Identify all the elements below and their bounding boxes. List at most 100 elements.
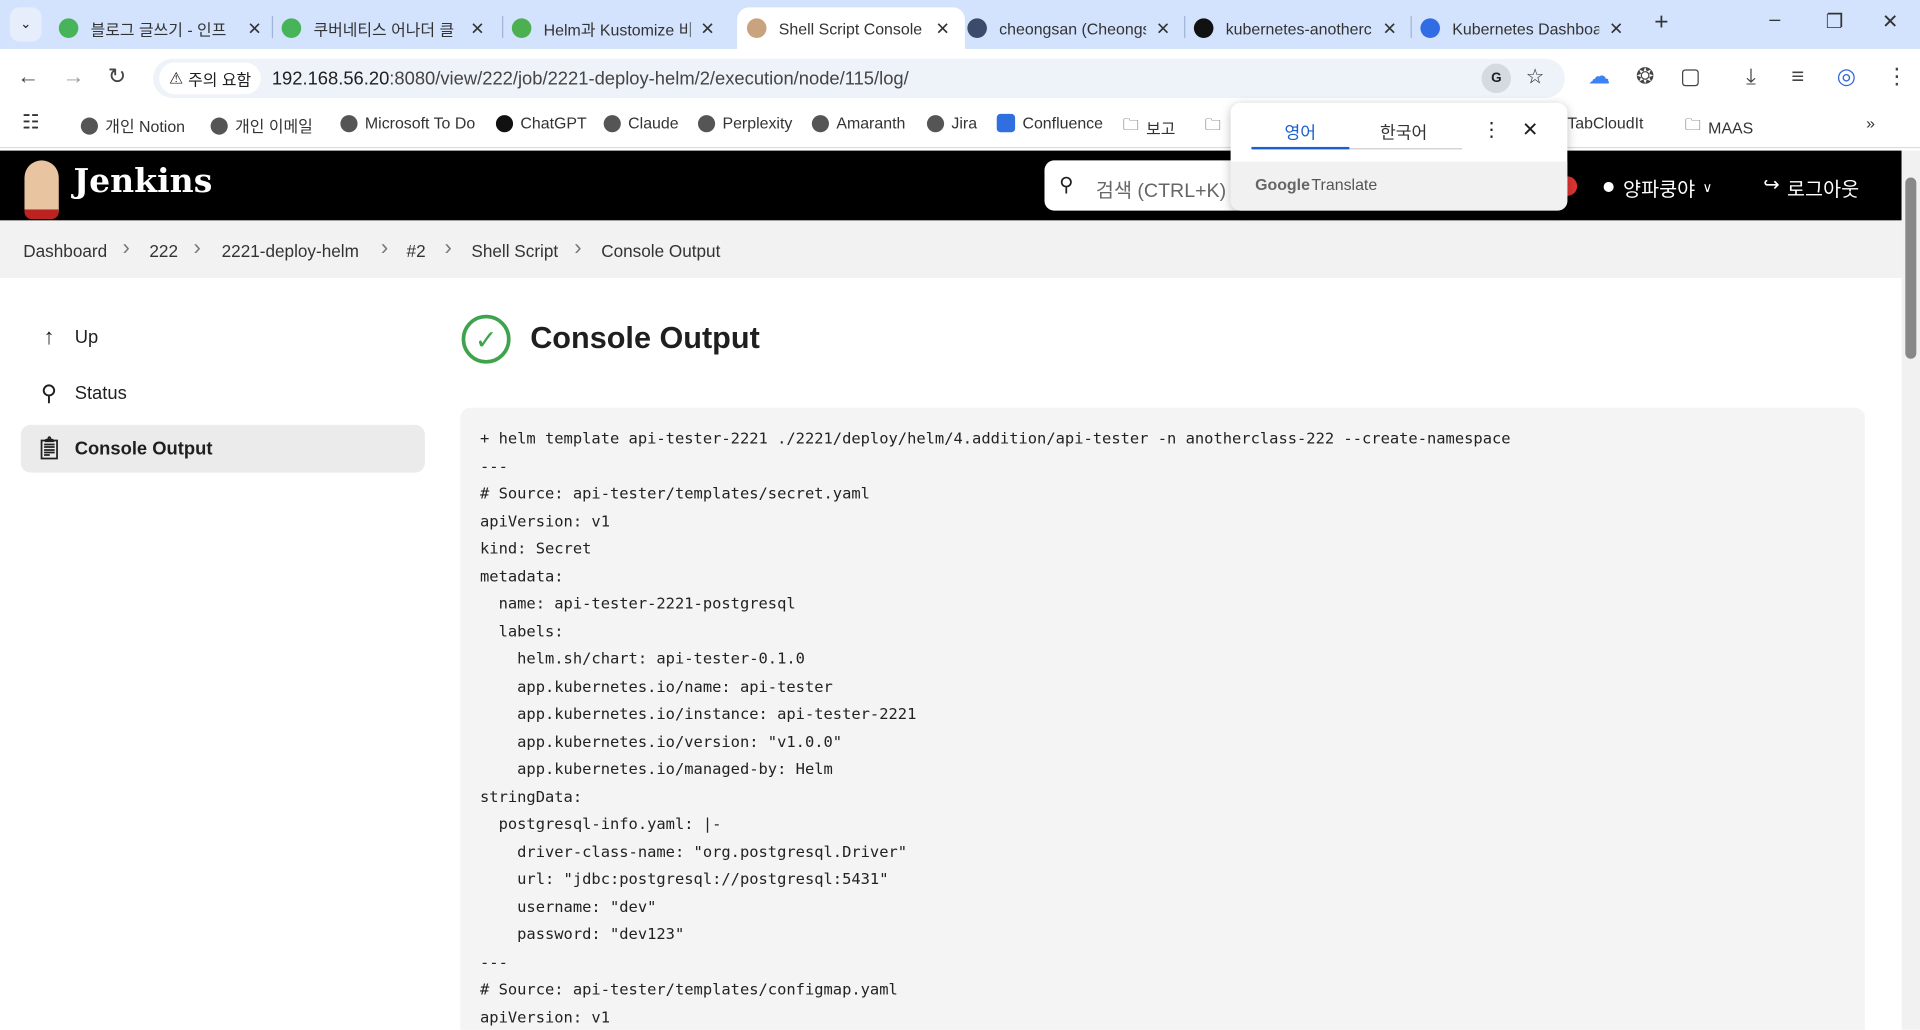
- bookmark-item[interactable]: 개인 이메일: [210, 114, 313, 137]
- logout-button[interactable]: ↪ 로그아웃: [1763, 173, 1859, 202]
- chevron-down-icon: ∨: [1702, 180, 1713, 196]
- tab-6[interactable]: Kubernetes Dashboa ✕: [1420, 7, 1628, 49]
- media-icon[interactable]: ≡: [1791, 64, 1804, 90]
- bookmark-maas[interactable]: 🗀 MAAS: [1685, 114, 1753, 141]
- translate-tab-divider: [1349, 148, 1463, 150]
- close-window-button[interactable]: ✕: [1882, 10, 1898, 34]
- tab-separator: [502, 15, 504, 38]
- search-icon: ⚲: [1059, 175, 1074, 196]
- chevron-right-icon: ›: [122, 235, 130, 260]
- console-line: url: "jdbc:postgresql://postgresql:5431": [480, 869, 889, 888]
- github-icon: [1193, 18, 1214, 38]
- back-button[interactable]: ←: [17, 64, 39, 90]
- bookmark-item[interactable]: Microsoft To Do: [340, 114, 475, 132]
- security-chip[interactable]: ⚠ 주의 요함: [159, 62, 261, 95]
- address-bar[interactable]: ⚠ 주의 요함 192.168.56.20:8080/view/222/job/2…: [153, 58, 1565, 98]
- breadcrumb-item[interactable]: 2221-deploy-helm: [222, 241, 359, 261]
- sidebar-item-up[interactable]: ↑ Up: [21, 313, 425, 361]
- restore-button[interactable]: ❐: [1826, 10, 1844, 34]
- apps-icon[interactable]: ☷: [22, 110, 40, 134]
- jenkins-logo-icon[interactable]: [24, 160, 59, 220]
- translate-tab-target[interactable]: 한국어: [1380, 120, 1427, 144]
- close-tab-icon[interactable]: ✕: [700, 18, 714, 39]
- close-icon[interactable]: ✕: [1522, 118, 1538, 142]
- extension-icon[interactable]: ❂: [1636, 64, 1654, 90]
- jenkins-logo-text[interactable]: Jenkins: [73, 163, 212, 201]
- close-tab-icon[interactable]: ✕: [1382, 18, 1396, 39]
- folder-icon: 🗀: [1684, 115, 1701, 134]
- console-line: password: "dev123": [480, 924, 685, 943]
- chevron-right-icon: ›: [444, 235, 452, 260]
- more-options-icon[interactable]: ⋮: [1482, 118, 1502, 142]
- bookmark-item[interactable]: Confluence: [996, 113, 1103, 133]
- tab-0[interactable]: 블로그 글쓰기 - 인프 ✕: [58, 7, 267, 49]
- menu-icon[interactable]: ⋮: [1886, 64, 1908, 90]
- scrollbar[interactable]: [1901, 150, 1920, 1030]
- jenkins-icon: [746, 18, 767, 38]
- tab-4[interactable]: cheongsan (Cheongs ✕: [967, 7, 1175, 49]
- bookmark-item[interactable]: 개인 Notion: [80, 114, 185, 137]
- chatgpt-icon: [495, 114, 514, 132]
- close-tab-icon[interactable]: ✕: [1609, 18, 1623, 39]
- user-menu[interactable]: ● 양파쿵야 ∨: [1602, 173, 1713, 202]
- forward-button[interactable]: →: [62, 64, 84, 90]
- bookmark-tabcloudit[interactable]: TabCloudIt: [1567, 114, 1643, 132]
- bookmark-folder-icon[interactable]: 🗀: [1205, 114, 1221, 141]
- sidebar-item-console-output[interactable]: 📋︎ Console Output: [20, 424, 425, 473]
- search-icon: ⚲: [40, 380, 58, 406]
- bookmark-item[interactable]: Perplexity: [697, 114, 792, 132]
- console-line: labels:: [480, 621, 564, 640]
- translate-tab-underline: [1251, 146, 1350, 150]
- search-placeholder: 검색 (CTRL+K): [1095, 181, 1227, 203]
- puzzle-extensions-icon[interactable]: ▢: [1680, 64, 1701, 90]
- console-line: ---: [480, 952, 508, 971]
- console-line: apiVersion: v1: [480, 1007, 610, 1026]
- globe-icon: [926, 114, 945, 132]
- sidebar-item-status[interactable]: ⚲ Status: [21, 370, 425, 418]
- scrollbar-thumb[interactable]: [1905, 177, 1917, 359]
- console-line: + helm template api-tester-2221 ./2221/d…: [480, 428, 1511, 447]
- more-bookmarks-icon[interactable]: »: [1866, 114, 1875, 132]
- docker-icon: [967, 18, 987, 38]
- profile-icon[interactable]: ◎: [1837, 64, 1856, 90]
- url-text[interactable]: 192.168.56.20:8080/view/222/job/2221-dep…: [272, 69, 909, 90]
- chevron-right-icon: ›: [193, 235, 201, 260]
- bookmark-item[interactable]: ChatGPT: [495, 114, 587, 132]
- minimize-button[interactable]: –: [1769, 10, 1780, 32]
- folder-icon: 🗀: [1122, 115, 1139, 134]
- breadcrumb-item[interactable]: Shell Script: [471, 241, 558, 261]
- logout-icon: ↪: [1763, 175, 1780, 196]
- tab-search-button[interactable]: ⌄: [9, 7, 42, 42]
- bookmark-item[interactable]: Amaranth: [811, 114, 905, 132]
- chevron-right-icon: ›: [574, 235, 582, 260]
- globe-icon: [80, 116, 98, 135]
- breadcrumb-item[interactable]: #2: [407, 241, 426, 261]
- tab-2[interactable]: Helm과 Kustomize 비 ✕: [511, 7, 720, 49]
- translate-tab-source[interactable]: 영어: [1284, 120, 1316, 144]
- console-line: app.kubernetes.io/managed-by: Helm: [480, 759, 833, 778]
- download-icon[interactable]: ⤓: [1746, 64, 1756, 90]
- tab-separator: [1184, 15, 1186, 38]
- reload-button[interactable]: ↻: [108, 64, 126, 90]
- bookmark-item[interactable]: Claude: [603, 114, 679, 132]
- tab-3[interactable]: Shell Script Console ✕: [737, 7, 965, 49]
- success-check-icon: ✓: [461, 314, 511, 364]
- close-tab-icon[interactable]: ✕: [247, 18, 261, 39]
- breadcrumb-item[interactable]: Console Output: [601, 241, 720, 261]
- translate-icon[interactable]: G: [1481, 63, 1512, 94]
- tab-5[interactable]: kubernetes-anotherc ✕: [1193, 7, 1402, 49]
- bookmark-item[interactable]: Jira: [926, 114, 977, 132]
- bookmark-item[interactable]: 🗀 보고: [1123, 114, 1176, 141]
- breadcrumb-item[interactable]: Dashboard: [23, 241, 107, 261]
- breadcrumb-item[interactable]: 222: [149, 241, 178, 261]
- cloud-extension-icon[interactable]: ☁: [1588, 64, 1610, 90]
- close-tab-icon[interactable]: ✕: [1156, 18, 1170, 39]
- close-tab-icon[interactable]: ✕: [936, 18, 950, 39]
- globe-icon: [210, 116, 228, 135]
- bookmark-star-icon[interactable]: ☆: [1526, 65, 1545, 89]
- new-tab-button[interactable]: +: [1654, 9, 1668, 37]
- console-line: kind: Secret: [480, 538, 592, 558]
- close-tab-icon[interactable]: ✕: [470, 18, 484, 39]
- chevron-right-icon: ›: [380, 235, 389, 260]
- tab-1[interactable]: 쿠버네티스 어나더 클 ✕: [281, 7, 490, 49]
